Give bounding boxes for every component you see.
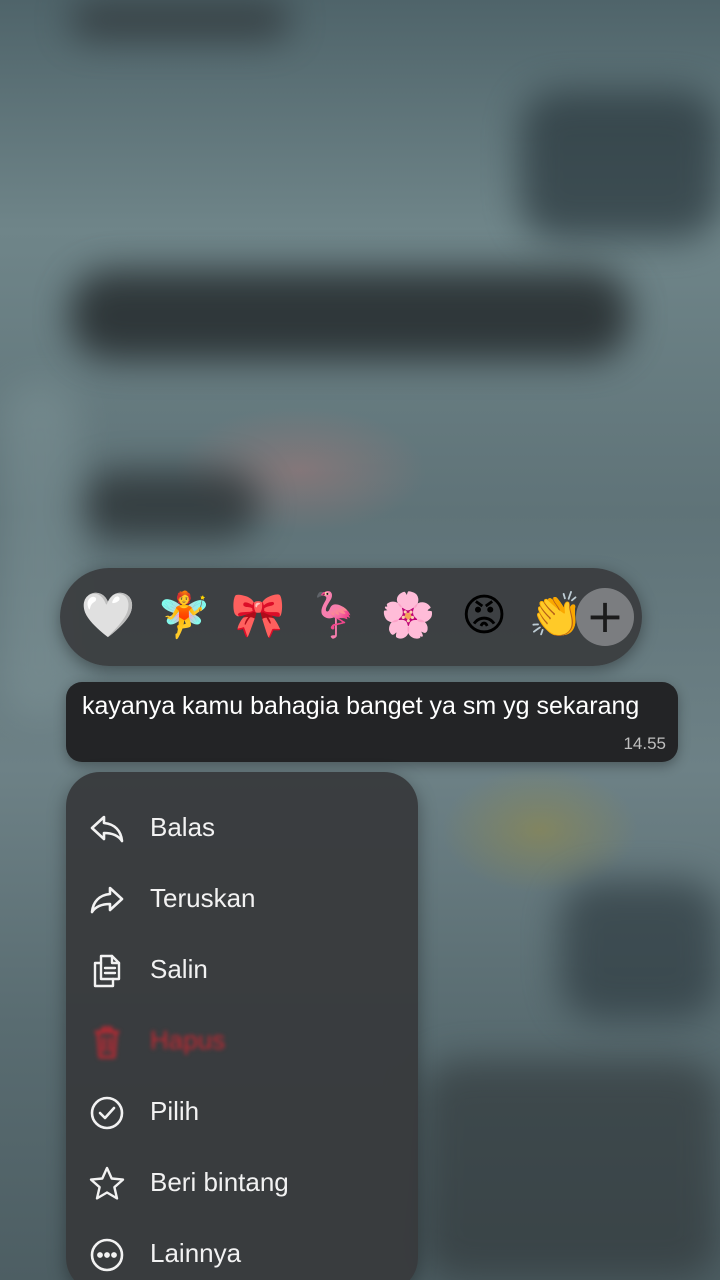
blurred-shape	[80, 470, 260, 540]
forward-icon	[88, 881, 126, 919]
message-bubble[interactable]: kayanya kamu bahagia banget ya sm yg sek…	[66, 682, 678, 762]
trash-icon	[88, 1023, 126, 1061]
message-timestamp: 14.55	[623, 734, 666, 753]
menu-item-delete[interactable]: Hapus	[66, 1011, 418, 1071]
menu-item-label: Beri bintang	[150, 1167, 289, 1197]
reaction-bar: 🤍 🧚 🎀 🦩 🌸 😡 👏 +	[60, 568, 642, 666]
menu-item-label: Teruskan	[150, 883, 256, 913]
menu-item-forward[interactable]: Teruskan	[66, 869, 418, 929]
blurred-shape	[70, 270, 630, 360]
reply-icon	[88, 810, 126, 848]
blurred-shape	[520, 90, 720, 240]
menu-item-label: Lainnya	[150, 1238, 242, 1268]
blurred-shape	[420, 1060, 720, 1280]
menu-item-reply[interactable]: Balas	[66, 798, 418, 858]
angry-face-icon[interactable]: 😡	[454, 586, 514, 646]
copy-icon	[88, 952, 126, 990]
more-reactions-button[interactable]: +	[576, 588, 634, 646]
white-heart-icon[interactable]: 🤍	[78, 586, 138, 646]
menu-item-copy[interactable]: Salin	[66, 940, 418, 1000]
message-text: kayanya kamu bahagia banget ya sm yg sek…	[82, 692, 640, 720]
blurred-shape	[70, 0, 290, 40]
blurred-shape	[560, 880, 720, 1020]
menu-item-more[interactable]: Lainnya	[66, 1224, 418, 1280]
more-circle-icon	[88, 1236, 126, 1274]
message-context-menu: Balas Teruskan Salin Hapus Pilih Beri bi…	[66, 772, 418, 1280]
menu-item-label: Salin	[150, 954, 208, 984]
blurred-shape	[0, 380, 80, 720]
menu-item-star[interactable]: Beri bintang	[66, 1153, 418, 1213]
check-circle-icon	[88, 1094, 126, 1132]
fairy-icon[interactable]: 🧚	[154, 586, 214, 646]
flamingo-icon[interactable]: 🦩	[304, 586, 364, 646]
ribbon-icon[interactable]: 🎀	[228, 586, 288, 646]
menu-item-label: Balas	[150, 812, 216, 842]
star-icon	[88, 1165, 126, 1203]
menu-item-select[interactable]: Pilih	[66, 1082, 418, 1142]
cherry-blossom-icon[interactable]: 🌸	[378, 586, 438, 646]
menu-item-label: Hapus	[150, 1025, 226, 1055]
menu-item-label: Pilih	[150, 1096, 200, 1126]
